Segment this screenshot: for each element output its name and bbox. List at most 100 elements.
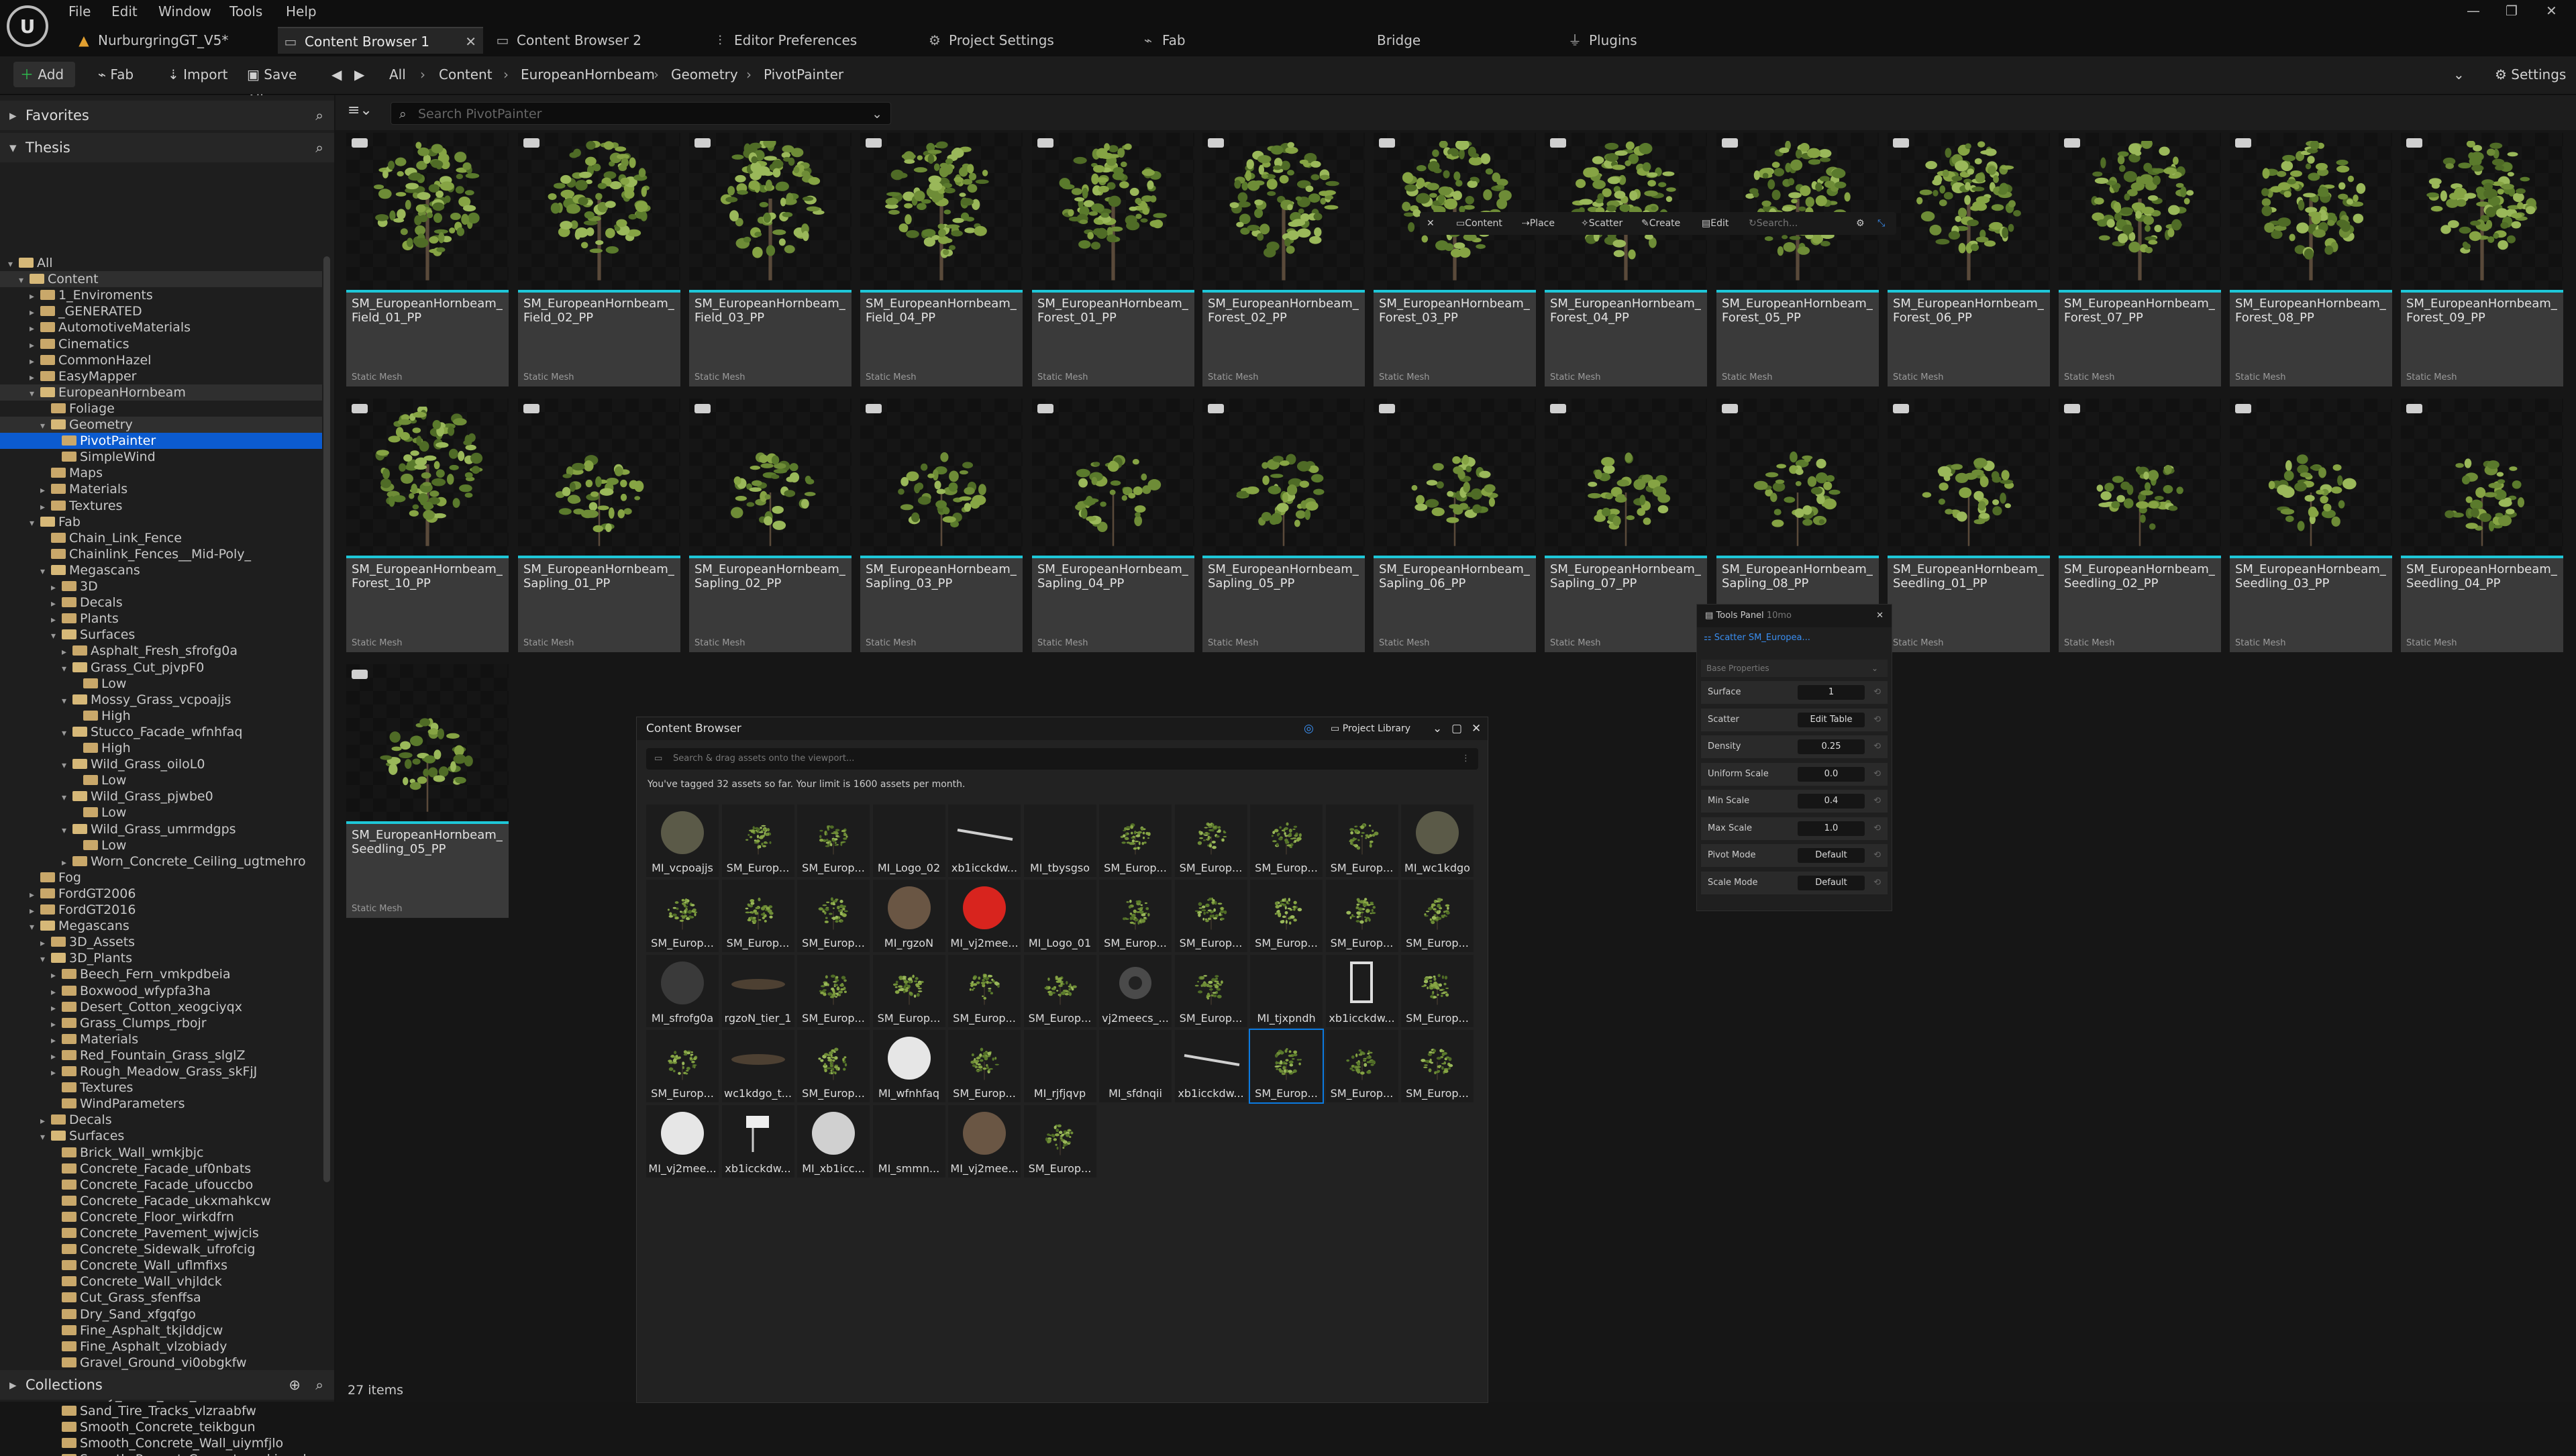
tree-item[interactable]: ▸ Boxwood_wfypfa3ha [0, 983, 322, 999]
minimize-icon[interactable]: — [2467, 3, 2480, 19]
tree-item[interactable]: Smooth_Concrete_Wall_uiymfjlo [0, 1435, 322, 1451]
tree-item[interactable]: Textures [0, 1080, 322, 1096]
tree-item[interactable]: High [0, 740, 322, 756]
chevron-right-icon[interactable]: ▸ [40, 1113, 51, 1129]
add-button[interactable]: ＋ Add [13, 62, 75, 87]
chevron-down-icon[interactable]: ▾ [62, 693, 72, 709]
chevron-right-icon[interactable]: ▸ [30, 370, 40, 386]
tree-item[interactable]: ▸ EasyMapper [0, 368, 322, 384]
tree-item[interactable]: ▾ Grass_Cut_pjvpF0 [0, 660, 322, 676]
library-asset[interactable]: SM_Europ... [948, 955, 1021, 1027]
tree-item[interactable]: Cut_Grass_sfenffsa [0, 1290, 322, 1306]
chevron-right-icon[interactable]: ▸ [51, 1033, 62, 1049]
asset-tile[interactable]: SM_EuropeanHornbeam_Field_02_PP Static Me… [518, 133, 680, 386]
library-asset[interactable]: SM_Europ... [1325, 804, 1398, 877]
reset-icon[interactable]: ⟲ [1873, 681, 1881, 704]
project-header[interactable]: ▾ Thesis ⌕ [0, 133, 334, 162]
tree-item[interactable]: Sand_Tire_Tracks_vlzraabfw [0, 1403, 322, 1419]
asset-tile[interactable]: SM_EuropeanHornbeam_Sapling_01_PP Static … [518, 399, 680, 652]
asset-tile[interactable]: SM_EuropeanHornbeam_Forest_06_PP Static M… [1888, 133, 2050, 386]
chevron-down-icon[interactable]: ⌄ [1433, 717, 1442, 740]
library-asset[interactable]: SM_Europ... [1401, 1030, 1474, 1102]
tree-item[interactable]: Brick_Wall_wmkjbjc [0, 1145, 322, 1161]
library-asset[interactable]: vj2meecs_... [1099, 955, 1172, 1027]
tab-editor-preferences[interactable]: ⫶ Editor Preferences [707, 27, 909, 54]
library-asset[interactable]: MI_rjfjqvp [1023, 1030, 1096, 1102]
create-icon[interactable]: ✎ Create [1641, 212, 1680, 235]
property-value[interactable]: Default [1798, 848, 1865, 863]
asset-tile[interactable]: SM_EuropeanHornbeam_Forest_07_PP Static M… [2059, 133, 2221, 386]
tree-item[interactable]: ▾ All [0, 255, 322, 271]
library-asset[interactable]: SM_Europ... [797, 804, 870, 877]
maximize-icon[interactable]: ▢ [1451, 717, 1462, 740]
tree-item[interactable]: ▾ EuropeanHornbeam [0, 384, 322, 401]
breadcrumb-pivotpainter[interactable]: PivotPainter [764, 62, 843, 87]
library-asset[interactable]: MI_smmn... [872, 1105, 945, 1178]
chevron-right-icon[interactable]: ▸ [51, 1065, 62, 1081]
property-value[interactable]: 1.0 [1798, 821, 1865, 836]
tree-item[interactable]: ▾ Wild_Grass_umrmdgps [0, 821, 322, 837]
chevron-down-icon[interactable]: ▾ [30, 919, 40, 935]
tree-item[interactable]: ▸ 3D_Assets [0, 934, 322, 950]
tree-item[interactable]: Fine_Asphalt_vlzobiady [0, 1339, 322, 1355]
library-asset[interactable]: MI_vj2mee... [646, 1105, 719, 1178]
asset-tile[interactable]: SM_EuropeanHornbeam_Forest_02_PP Static M… [1202, 133, 1365, 386]
tree-item[interactable]: Gravel_Ground_vi0obgkfw [0, 1355, 322, 1371]
tree-item[interactable]: Low [0, 676, 322, 692]
chevron-down-icon[interactable]: ▾ [62, 758, 72, 774]
asset-tile[interactable]: SM_EuropeanHornbeam_Sapling_02_PP Static … [689, 399, 852, 652]
library-asset[interactable]: SM_Europ... [1023, 1105, 1096, 1178]
tree-item[interactable]: ▾ Wild_Grass_oiloL0 [0, 756, 322, 772]
search-icon[interactable]: ⌕ [315, 101, 323, 130]
chevron-down-icon[interactable]: ⌄ [872, 103, 882, 125]
close-icon[interactable]: ✕ [1876, 605, 1884, 627]
tree-item[interactable]: ▸ FordGT2006 [0, 886, 322, 902]
tree-item[interactable]: Fog [0, 870, 322, 886]
fab-button[interactable]: ⌁ Fab [91, 62, 148, 87]
save-all-button[interactable]: ▣ Save All [240, 62, 321, 108]
library-asset[interactable]: SM_Europ... [1174, 955, 1247, 1027]
tree-item[interactable]: ▸ Rough_Meadow_Grass_skFjJ [0, 1063, 322, 1080]
library-asset[interactable]: MI_xb1icc... [797, 1105, 870, 1178]
asset-tile[interactable]: SM_EuropeanHornbeam_Forest_05_PP Static M… [1716, 133, 1879, 386]
scatter-icon[interactable]: ✧ Scatter [1581, 212, 1622, 235]
collections-header[interactable]: ▸ Collections ⊕ ⌕ [0, 1370, 334, 1400]
chevron-right-icon[interactable]: ▸ [51, 1049, 62, 1065]
tree-item[interactable]: Concrete_Pavement_wjwjcis [0, 1225, 322, 1241]
asset-tile[interactable]: SM_EuropeanHornbeam_Seedling_01_PP Static… [1888, 399, 2050, 652]
tab-plugins[interactable]: ⏚ Plugins [1562, 27, 1696, 54]
tree-item[interactable]: ▾ Mossy_Grass_vcpoajjs [0, 692, 322, 708]
library-asset[interactable]: MI_vj2mee... [948, 880, 1021, 952]
breadcrumb-geometry[interactable]: Geometry [671, 62, 738, 87]
chevron-right-icon[interactable]: ▸ [51, 968, 62, 984]
tree-item[interactable]: SimpleWind [0, 449, 322, 465]
library-asset[interactable]: SM_Europ... [1099, 804, 1172, 877]
tab-project-settings[interactable]: ⚙ Project Settings [922, 27, 1123, 54]
tab-content-browser-2[interactable]: ▭ Content Browser 2 [490, 27, 684, 54]
chevron-down-icon[interactable]: ▾ [62, 725, 72, 741]
reset-icon[interactable]: ⟲ [1873, 817, 1881, 840]
asset-tile[interactable]: SM_EuropeanHornbeam_Sapling_06_PP Static … [1374, 399, 1536, 652]
tree-item[interactable]: ▸ Decals [0, 594, 322, 611]
reset-icon[interactable]: ⟲ [1873, 844, 1881, 867]
library-asset[interactable]: SM_Europ... [646, 880, 719, 952]
library-asset[interactable]: SM_Europ... [1401, 955, 1474, 1027]
asset-tile[interactable]: SM_EuropeanHornbeam_Field_01_PP Static Me… [346, 133, 509, 386]
asset-tile[interactable]: SM_EuropeanHornbeam_Forest_08_PP Static M… [2230, 133, 2392, 386]
tree-item[interactable]: Low [0, 772, 322, 788]
tree-item[interactable]: Concrete_Sidewalk_ufrofcig [0, 1241, 322, 1257]
tree-scrollbar[interactable] [323, 256, 330, 1182]
menu-tools[interactable]: Tools [229, 1, 262, 21]
breadcrumb-content[interactable]: Content [439, 62, 493, 87]
library-asset[interactable]: SM_Europ... [1174, 880, 1247, 952]
globe-icon[interactable]: ◎ [1304, 717, 1314, 740]
tree-item[interactable]: ▸ Grass_Clumps_rbojr [0, 1015, 322, 1031]
asset-tile[interactable]: SM_EuropeanHornbeam_Seedling_05_PP Static… [346, 664, 509, 918]
tree-item[interactable]: ▸ Beech_Fern_vmkpdbeia [0, 966, 322, 982]
chevron-right-icon[interactable]: ▸ [62, 855, 72, 871]
tree-item[interactable]: ▸ Asphalt_Fresh_sfrofg0a [0, 643, 322, 659]
reset-icon[interactable]: ⟲ [1873, 872, 1881, 894]
reset-icon[interactable]: ⟲ [1873, 709, 1881, 731]
menu-file[interactable]: File [68, 1, 91, 21]
chevron-down-icon[interactable]: ▾ [40, 1129, 51, 1145]
